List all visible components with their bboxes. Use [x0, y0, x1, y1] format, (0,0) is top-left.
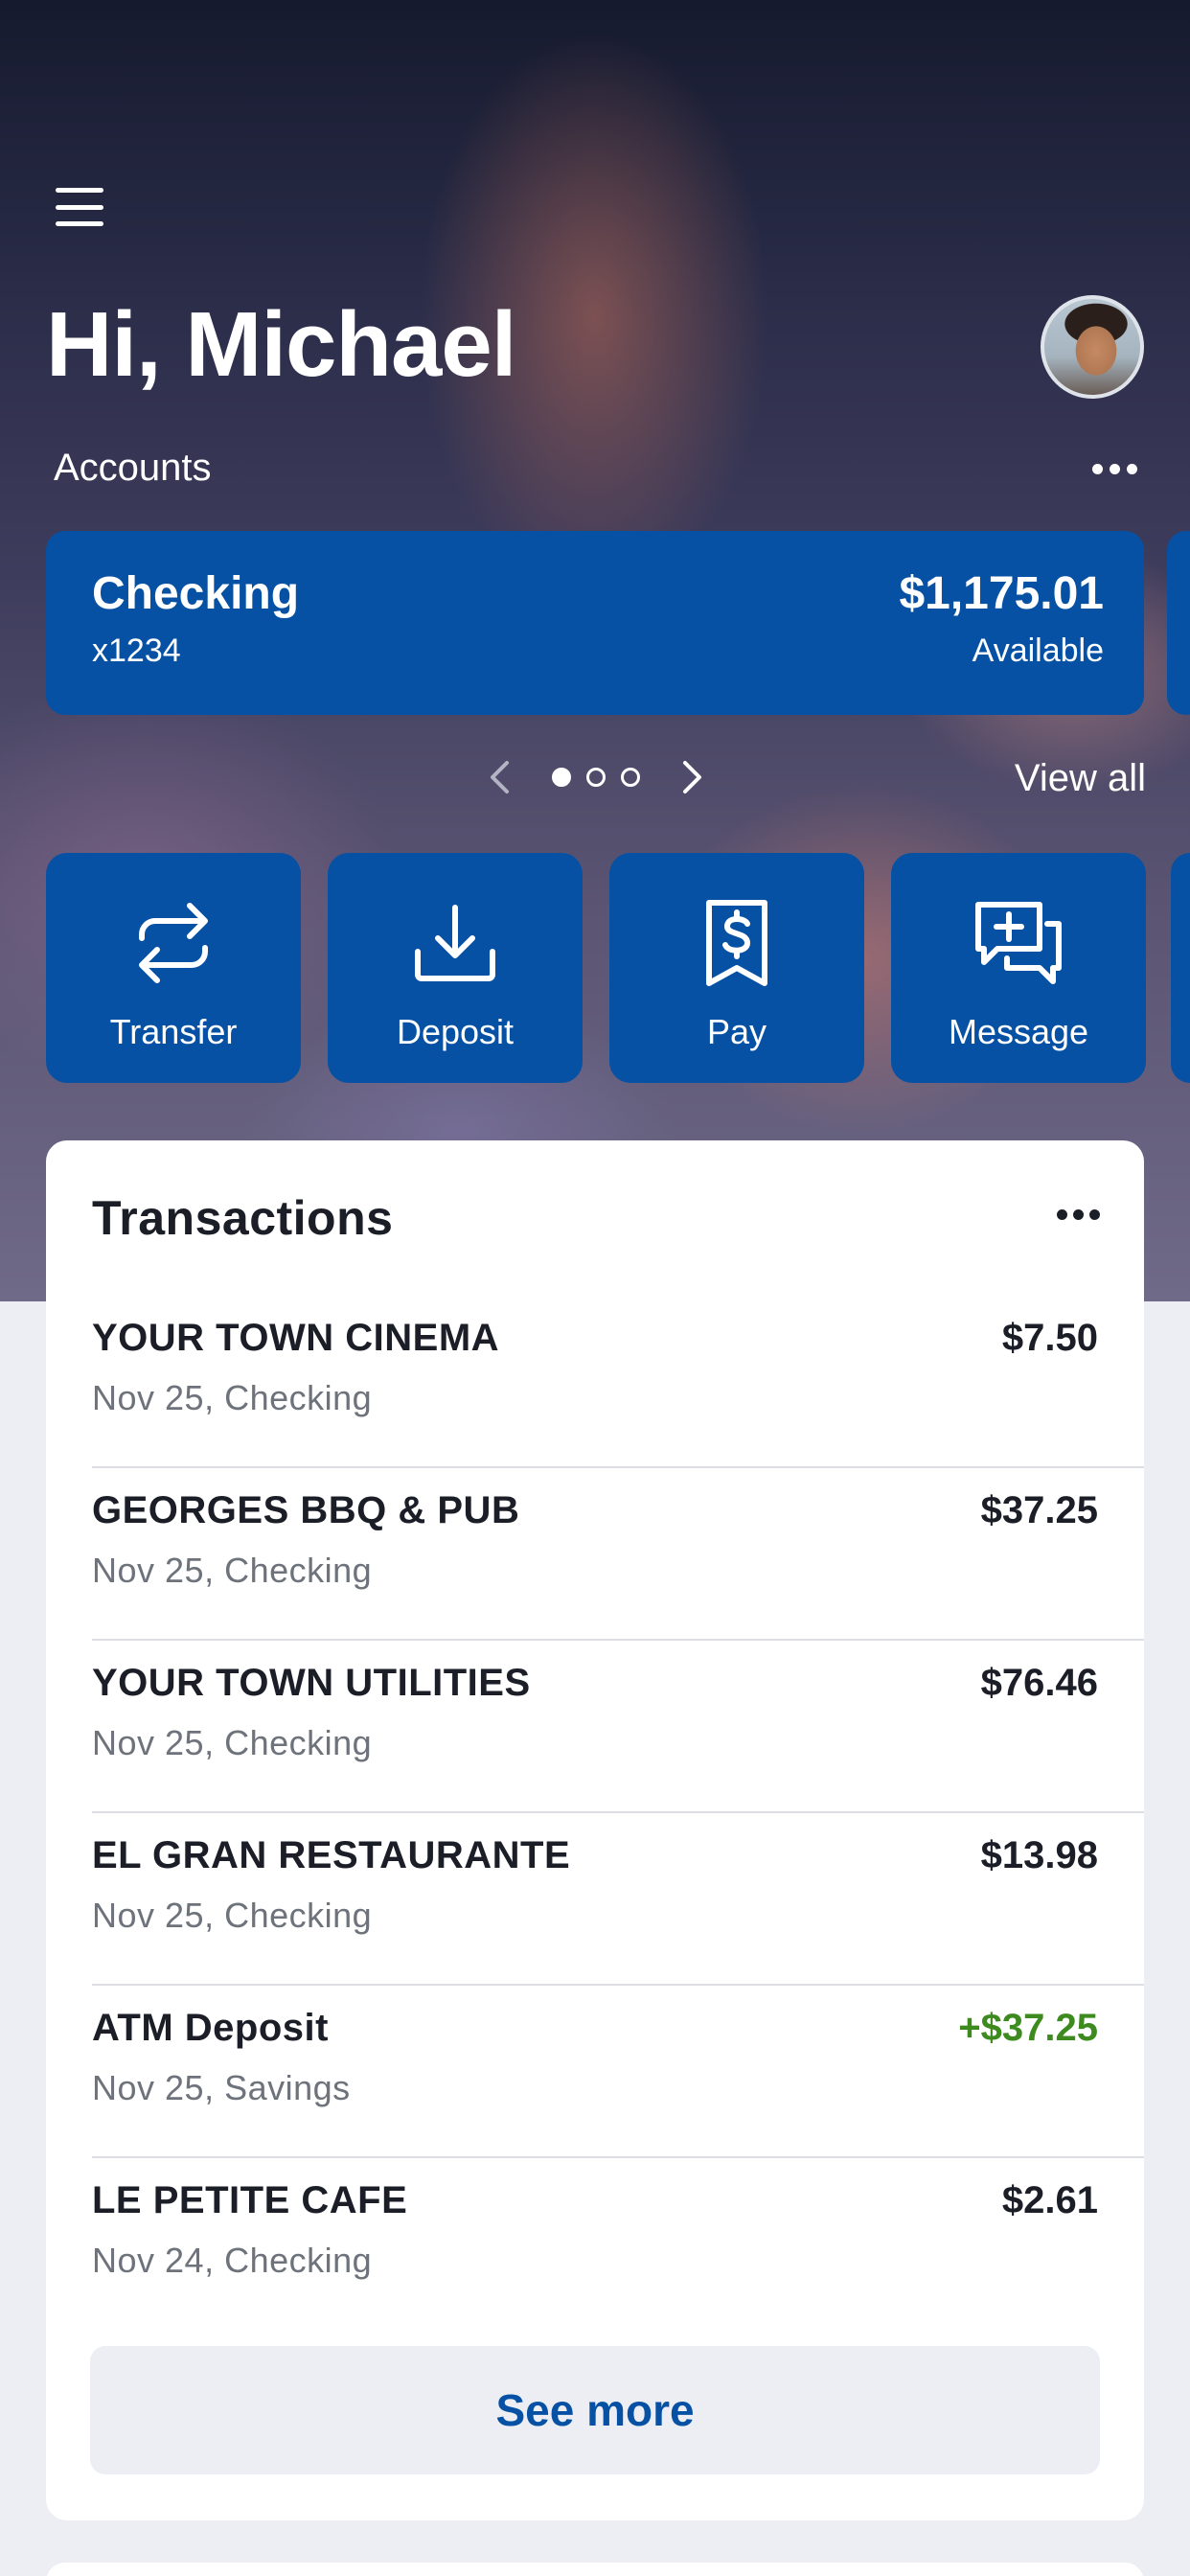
transactions-title: Transactions — [92, 1191, 394, 1245]
transaction-date-account: Nov 25, Checking — [92, 1378, 373, 1417]
page-dot[interactable] — [621, 768, 640, 787]
hamburger-menu-icon[interactable] — [56, 188, 103, 226]
account-balance-label: Available — [972, 632, 1104, 669]
transactions-more-icon[interactable] — [1057, 1209, 1100, 1220]
account-card-checking[interactable]: Checking x1234 $1,175.01 Available — [46, 531, 1144, 715]
view-all-link[interactable]: View all — [1015, 757, 1146, 800]
greeting-title: Hi, Michael — [46, 293, 516, 396]
transaction-row[interactable]: GEORGES BBQ & PUB Nov 25, Checking $37.2… — [92, 1468, 1144, 1641]
accounts-label: Accounts — [54, 447, 212, 489]
accounts-more-icon[interactable] — [1092, 464, 1137, 474]
transaction-name: GEORGES BBQ & PUB — [92, 1489, 520, 1531]
quick-actions: Transfer Deposit Pay Message — [46, 853, 1146, 1083]
transaction-row[interactable]: ATM Deposit Nov 25, Savings +$37.25 — [92, 1986, 1144, 2158]
chevron-right-icon[interactable] — [669, 753, 717, 801]
account-name: Checking — [92, 568, 300, 619]
page-dot-active[interactable] — [552, 768, 571, 787]
next-section-card — [46, 2563, 1144, 2576]
message-label: Message — [948, 1012, 1089, 1051]
page-dot[interactable] — [586, 768, 606, 787]
dollar-receipt-icon — [689, 895, 785, 991]
transaction-row[interactable]: YOUR TOWN UTILITIES Nov 25, Checking $76… — [92, 1641, 1144, 1813]
transaction-amount: $7.50 — [1001, 1317, 1098, 1359]
pay-label: Pay — [706, 1012, 767, 1051]
transaction-date-account: Nov 25, Savings — [92, 2068, 351, 2107]
deposit-button[interactable]: Deposit — [328, 853, 583, 1083]
message-button[interactable]: Message — [891, 853, 1146, 1083]
transaction-amount: $76.46 — [980, 1662, 1098, 1704]
download-deposit-icon — [407, 895, 503, 991]
transaction-date-account: Nov 25, Checking — [92, 1551, 373, 1590]
deposit-label: Deposit — [396, 1012, 515, 1051]
action-next-peek[interactable] — [1171, 853, 1190, 1083]
account-number: x1234 — [92, 632, 181, 669]
transaction-name: EL GRAN RESTAURANTE — [92, 1834, 571, 1876]
transaction-amount: $2.61 — [1001, 2179, 1098, 2221]
transaction-name: LE PETITE CAFE — [92, 2179, 408, 2221]
transfer-button[interactable]: Transfer — [46, 853, 301, 1083]
transfer-label: Transfer — [109, 1012, 238, 1051]
transaction-amount-credit: +$37.25 — [958, 2007, 1098, 2049]
transactions-card: Transactions YOUR TOWN CINEMA Nov 25, Ch… — [46, 1140, 1144, 2520]
pay-button[interactable]: Pay — [609, 853, 864, 1083]
avatar[interactable] — [1041, 295, 1144, 399]
account-balance: $1,175.01 — [899, 568, 1104, 619]
chat-add-icon — [971, 895, 1066, 991]
transaction-amount: $37.25 — [980, 1489, 1098, 1531]
chevron-left-icon[interactable] — [475, 753, 523, 801]
transaction-date-account: Nov 24, Checking — [92, 2241, 373, 2280]
transaction-name: YOUR TOWN UTILITIES — [92, 1662, 531, 1704]
transactions-list: YOUR TOWN CINEMA Nov 25, Checking $7.50 … — [92, 1296, 1144, 2331]
transaction-row[interactable]: LE PETITE CAFE Nov 24, Checking $2.61 — [92, 2158, 1144, 2331]
transaction-amount: $13.98 — [980, 1834, 1098, 1876]
account-pager — [475, 753, 717, 801]
see-more-button[interactable]: See more — [90, 2346, 1100, 2474]
transaction-date-account: Nov 25, Checking — [92, 1896, 373, 1935]
transaction-date-account: Nov 25, Checking — [92, 1723, 373, 1762]
transaction-row[interactable]: YOUR TOWN CINEMA Nov 25, Checking $7.50 — [92, 1296, 1144, 1468]
transfer-arrows-icon — [126, 895, 221, 991]
account-card-next-peek[interactable] — [1167, 531, 1190, 715]
transaction-name: YOUR TOWN CINEMA — [92, 1317, 500, 1359]
transaction-row[interactable]: EL GRAN RESTAURANTE Nov 25, Checking $13… — [92, 1813, 1144, 1986]
transaction-name: ATM Deposit — [92, 2007, 329, 2049]
